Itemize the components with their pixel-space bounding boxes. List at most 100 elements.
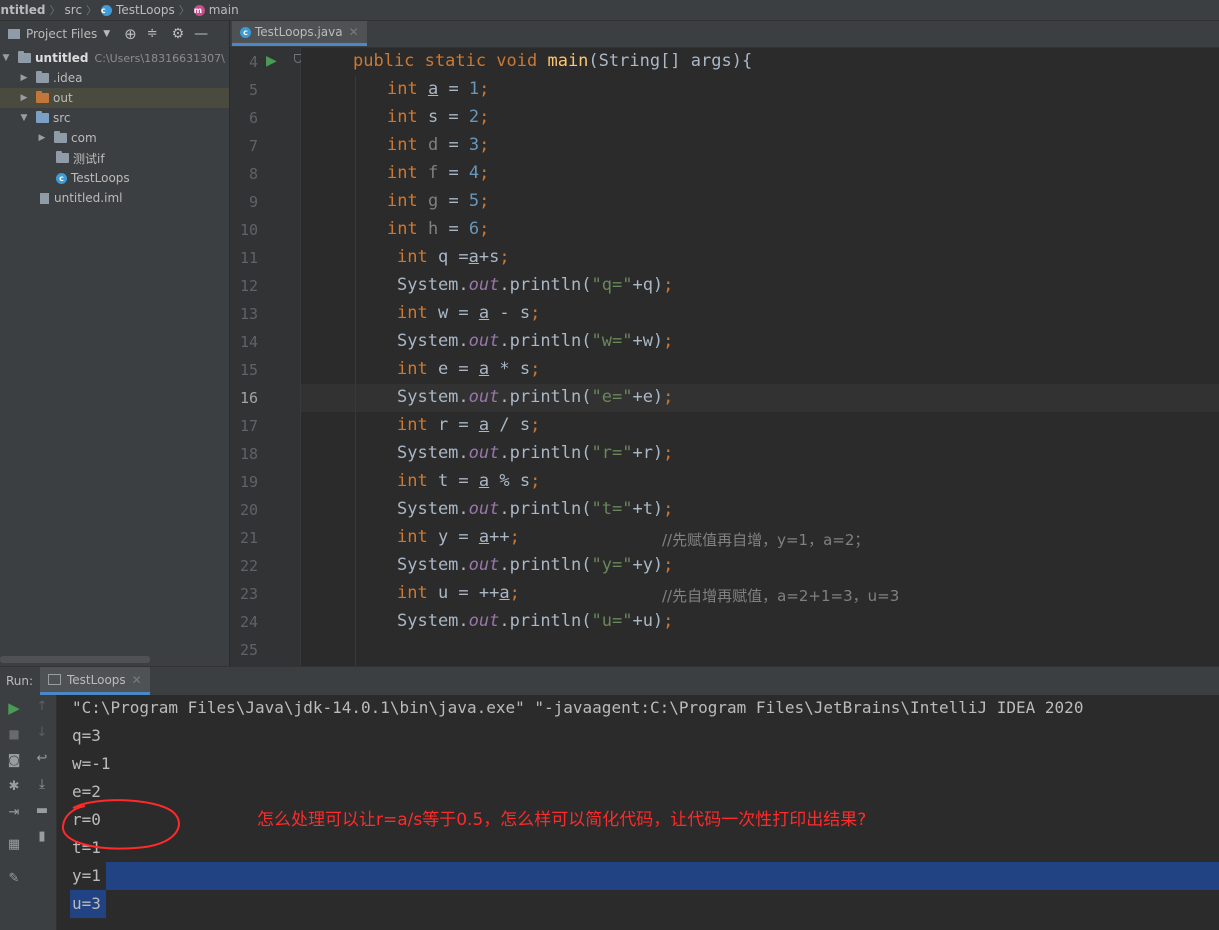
run-label: Run: bbox=[6, 674, 34, 688]
line-number: 8 bbox=[248, 165, 258, 183]
selection-highlight bbox=[106, 862, 1219, 890]
line-number: 25 bbox=[239, 641, 258, 659]
tree-item-idea[interactable]: ▶ .idea bbox=[0, 68, 229, 88]
class-icon: c bbox=[240, 26, 251, 38]
tab-testloops-java[interactable]: c TestLoops.java ✕ bbox=[232, 21, 367, 46]
tree-item-com[interactable]: ▶ com bbox=[0, 128, 229, 148]
horizontal-scrollbar[interactable] bbox=[0, 656, 150, 663]
tab-label: TestLoops.java bbox=[255, 25, 343, 39]
code-line: int t = a % s; bbox=[397, 471, 541, 491]
code-line: System.out.println("r="+r); bbox=[397, 443, 674, 463]
code-comment: //先自增再赋值，a=2+1=3，u=3 bbox=[662, 587, 900, 605]
console-line: y=1 bbox=[72, 866, 101, 885]
camera-icon[interactable]: ◙ bbox=[0, 753, 28, 768]
indent-guide bbox=[355, 76, 356, 666]
tree-item-iml[interactable]: untitled.iml bbox=[0, 188, 229, 208]
scroll-to-end-icon[interactable]: ⤓ bbox=[28, 777, 56, 792]
project-folder-icon bbox=[18, 51, 31, 63]
project-view-icon bbox=[8, 28, 20, 39]
debug-icon[interactable]: ✱ bbox=[0, 779, 28, 794]
line-number: 10 bbox=[239, 221, 258, 239]
project-view-selector[interactable]: Project Files bbox=[26, 27, 97, 41]
tree-item-src[interactable]: ▼ src bbox=[0, 108, 229, 128]
line-number-current: 16 bbox=[239, 389, 258, 407]
class-icon: c bbox=[56, 172, 67, 184]
tree-item-testloops[interactable]: c TestLoops bbox=[0, 168, 229, 188]
folder-icon bbox=[36, 91, 49, 103]
code-line: int r = a / s; bbox=[397, 415, 541, 435]
close-icon[interactable]: ✕ bbox=[132, 673, 142, 687]
line-number: 14 bbox=[239, 333, 258, 351]
code-line: int g = 5; bbox=[387, 191, 490, 211]
line-number: 5 bbox=[248, 81, 258, 99]
tree-item-out[interactable]: ▶ out bbox=[0, 88, 229, 108]
chevron-down-icon[interactable]: ▼ bbox=[103, 29, 110, 39]
line-number: 13 bbox=[239, 305, 258, 323]
rerun-icon[interactable]: ▶ bbox=[0, 699, 28, 717]
tree-item-label: out bbox=[53, 91, 73, 105]
chevron-right-icon[interactable]: ▶ bbox=[18, 73, 30, 83]
close-icon[interactable]: ✕ bbox=[349, 25, 359, 39]
project-panel: Project Files ▼ ⊕ ≑ ⚙ — ▼ untitled C:\Us… bbox=[0, 21, 230, 666]
chevron-right-icon[interactable]: ▶ bbox=[36, 133, 48, 143]
line-number: 11 bbox=[239, 249, 258, 267]
pin-icon[interactable]: ✎ bbox=[0, 871, 28, 886]
folder-icon bbox=[36, 71, 49, 83]
line-number: 23 bbox=[239, 585, 258, 603]
arrow-down-icon[interactable]: ↓ bbox=[28, 725, 56, 740]
run-gutter-icon[interactable]: ▶ bbox=[266, 53, 277, 69]
tree-item-root[interactable]: ▼ untitled C:\Users\18316631307\ bbox=[0, 48, 229, 68]
print-icon[interactable]: ▬ bbox=[28, 803, 56, 818]
tree-item-label: untitled bbox=[35, 51, 89, 65]
tree-item-test-if[interactable]: 测试if bbox=[0, 148, 229, 168]
console-icon bbox=[48, 674, 61, 685]
run-tab-label: TestLoops bbox=[67, 672, 126, 687]
code-line: int q =a+s; bbox=[397, 247, 510, 267]
breadcrumb-class[interactable]: c TestLoops bbox=[101, 3, 175, 17]
code-line: int w = a - s; bbox=[397, 303, 541, 323]
line-number: 4 bbox=[248, 53, 258, 71]
line-number: 21 bbox=[239, 529, 258, 547]
package-icon bbox=[56, 151, 69, 163]
code-editor[interactable]: public static void main(String[] args){ … bbox=[301, 48, 1219, 666]
editor-tab-bar: c TestLoops.java ✕ bbox=[230, 21, 1219, 48]
gear-icon[interactable]: ⚙ bbox=[172, 26, 185, 42]
chevron-right-icon[interactable]: ▶ bbox=[18, 93, 30, 103]
chevron-down-icon[interactable]: ▼ bbox=[18, 113, 30, 123]
soft-wrap-icon[interactable]: ↩ bbox=[28, 751, 56, 766]
line-number: 7 bbox=[248, 137, 258, 155]
stop-icon[interactable]: ■ bbox=[0, 727, 28, 741]
layout-icon[interactable]: ▦ bbox=[0, 837, 28, 852]
code-line: System.out.println("y="+y); bbox=[397, 555, 674, 575]
console-line: u=3 bbox=[72, 894, 101, 913]
minimize-icon[interactable]: — bbox=[194, 26, 208, 42]
breadcrumb-method-label: main bbox=[208, 3, 239, 17]
module-file-icon bbox=[40, 192, 49, 204]
locate-icon[interactable]: ⊕ bbox=[124, 25, 137, 43]
exit-icon[interactable]: ⇥ bbox=[0, 805, 28, 820]
chevron-right-icon: 〉 bbox=[86, 4, 98, 17]
code-line: int u = ++a; bbox=[397, 583, 520, 603]
trash-icon[interactable]: ▮ bbox=[28, 829, 56, 844]
project-toolbar: Project Files ▼ ⊕ ≑ ⚙ — bbox=[0, 21, 229, 46]
chevron-right-icon: 〉 bbox=[178, 4, 190, 17]
breadcrumb-class-label: TestLoops bbox=[116, 3, 175, 17]
chevron-down-icon[interactable]: ▼ bbox=[0, 53, 12, 63]
source-folder-icon bbox=[36, 111, 49, 123]
line-number: 15 bbox=[239, 361, 258, 379]
breadcrumb-method[interactable]: m main bbox=[193, 3, 239, 17]
arrow-up-icon[interactable]: ↑ bbox=[28, 699, 56, 714]
line-number: 9 bbox=[248, 193, 258, 211]
code-line: int h = 6; bbox=[387, 219, 490, 239]
line-number: 22 bbox=[239, 557, 258, 575]
code-line: int e = a * s; bbox=[397, 359, 541, 379]
breadcrumb-project[interactable]: untitled bbox=[0, 3, 46, 17]
breadcrumb-src[interactable]: src bbox=[65, 3, 83, 17]
code-line: System.out.println("w="+w); bbox=[397, 331, 674, 351]
run-toolbar: ▶ ■ ◙ ✱ ⇥ ▦ ✎ bbox=[0, 695, 28, 930]
line-number-gutter: 4 5 6 7 8 9 10 11 12 13 14 15 16 17 18 1… bbox=[230, 48, 302, 666]
collapse-all-icon[interactable]: ≑ bbox=[147, 26, 158, 41]
line-number: 20 bbox=[239, 501, 258, 519]
code-line: int s = 2; bbox=[387, 107, 490, 127]
run-tab-testloops[interactable]: TestLoops ✕ bbox=[40, 667, 150, 695]
